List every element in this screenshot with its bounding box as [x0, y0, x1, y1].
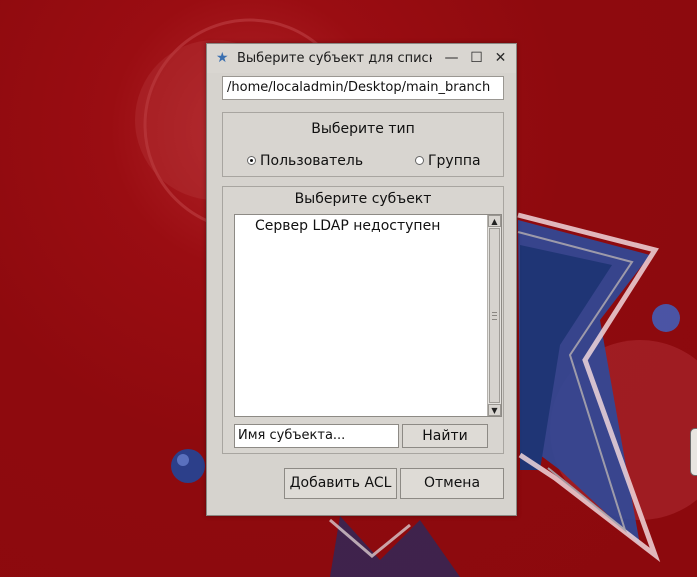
minimize-button[interactable]: — [443, 50, 460, 67]
subject-group: Выберите субъект Сервер LDAP недоступен … [222, 186, 504, 454]
subject-list[interactable]: Сервер LDAP недоступен ▲ ▼ [234, 214, 502, 417]
select-subject-dialog: ★ Выберите субъект для списк... — ☐ ✕ /h… [206, 43, 517, 516]
title-bar[interactable]: ★ Выберите субъект для списк... — ☐ ✕ [207, 44, 516, 73]
radio-unchecked-icon [415, 155, 424, 165]
radio-checked-icon [247, 155, 256, 165]
cancel-button[interactable]: Отмена [400, 468, 504, 499]
add-acl-button[interactable]: Добавить ACL [284, 468, 397, 499]
scrollbar-thumb[interactable] [489, 228, 500, 403]
path-field[interactable]: /home/localadmin/Desktop/main_branch [222, 76, 504, 100]
type-group: Выберите тип Пользователь Группа [222, 112, 504, 177]
scroll-down-arrow-icon[interactable]: ▼ [488, 404, 501, 416]
window-title: Выберите субъект для списк... [237, 51, 432, 66]
scroll-up-arrow-icon[interactable]: ▲ [488, 215, 501, 227]
radio-user-label: Пользователь [260, 153, 364, 169]
radio-group[interactable]: Группа [415, 152, 481, 170]
radio-user[interactable]: Пользователь [247, 152, 363, 170]
subject-group-title: Выберите субъект [294, 191, 432, 207]
desktop-side-widget[interactable] [690, 428, 697, 476]
find-button[interactable]: Найти [402, 424, 488, 448]
type-group-title: Выберите тип [311, 121, 415, 137]
list-item[interactable]: Сервер LDAP недоступен [255, 217, 440, 235]
maximize-button[interactable]: ☐ [468, 50, 485, 67]
vertical-scrollbar[interactable]: ▲ ▼ [487, 215, 501, 416]
close-button[interactable]: ✕ [492, 50, 509, 67]
radio-group-label: Группа [428, 153, 481, 169]
star-app-icon: ★ [216, 50, 229, 66]
scrollbar-grip-icon [492, 312, 497, 320]
subject-name-input[interactable]: Имя субъекта... [234, 424, 399, 448]
